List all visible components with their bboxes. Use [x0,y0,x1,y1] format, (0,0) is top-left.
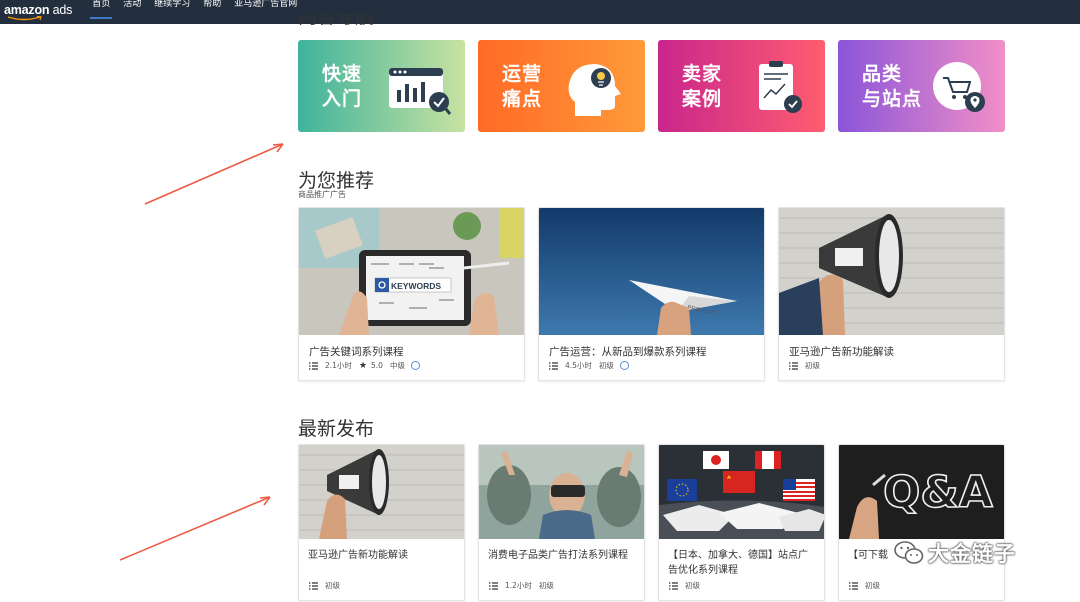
course-meta: 初级 [309,580,340,591]
paper-plane-image: PRODUCT [539,208,764,335]
annotation-arrow-2 [119,496,271,561]
list-icon [309,581,318,590]
course-meta: 1.2小时 初级 [489,580,554,591]
head-lightbulb-icon [568,64,621,116]
category-label: 运营 痛点 [502,63,543,110]
course-title: 广告运营：从新品到爆款系列课程 [549,346,707,358]
course-image-tablet-keywords: KEYWORDS [299,208,524,335]
megaphone-image [779,208,1004,335]
list-icon [489,581,498,590]
course-image-megaphone [779,208,1004,335]
amazon-ads-logo[interactable]: amazon ads [4,3,73,21]
chart-check-icon [389,68,451,115]
course-card-new-to-bestseller[interactable]: PRODUCT 广告运营：从新品到爆款系列课程 4.5小时 初级 [538,207,765,381]
nav-amazon-ads-site[interactable]: 亚马逊广告官网 [234,0,297,21]
course-title: 【日本、加拿大、德国】站点广告优化系列课程 [668,550,808,576]
course-title: 亚马逊广告新功能解读 [789,346,894,358]
latest-card-new-features[interactable]: 亚马逊广告新功能解读 初级 [298,444,465,601]
course-level: 初级 [325,581,340,590]
list-icon [789,361,798,370]
course-duration: 1.2小时 [505,581,532,590]
megaphone-image [299,445,464,539]
latest-card-jp-ca-de[interactable]: 【日本、加拿大、德国】站点广告优化系列课程 初级 [658,444,825,601]
course-image-qa-board: Q&A [839,445,1004,539]
list-icon [849,581,858,590]
course-image-vr-people [479,445,644,539]
category-card-category-sites[interactable]: 品类 与站点 [838,40,1005,132]
course-meta: 初级 [849,580,880,591]
course-level: 初级 [538,581,554,590]
course-level: 初级 [598,361,614,370]
course-title: 广告关键词系列课程 [309,346,404,358]
course-duration: 4.5小时 [565,361,592,370]
vr-people-image [479,445,644,539]
annotation-arrow-1 [144,143,284,205]
guide-section-title: 内容导航 [298,14,375,28]
course-level: 初级 [865,581,880,590]
logo-text: amazon [4,3,50,17]
qa-text: Q&A [883,467,993,518]
course-image-flag-boats [659,445,824,539]
star-icon: ★ [358,360,368,371]
category-label: 卖家 案例 [682,63,723,110]
clipboard-check-icon [759,61,802,113]
recommended-subtitle: 商品推广广告 [298,190,346,199]
keywords-text: KEYWORDS [391,281,441,291]
nav-home[interactable]: 首页 [90,0,113,21]
course-meta: 初级 [669,580,700,591]
course-card-new-features[interactable]: 亚马逊广告新功能解读 初级 [778,207,1005,381]
course-level: 初级 [805,361,820,370]
course-meta: 2.1小时 ★ 5.0 中级 [309,360,420,371]
list-icon [669,581,678,590]
progress-ring-icon [619,361,629,370]
course-duration: 2.1小时 [325,361,352,370]
course-image-paper-plane: PRODUCT [539,208,764,335]
category-card-operation-pain-points[interactable]: 运营 痛点 [478,40,645,132]
list-icon [309,361,318,370]
latest-card-electronics[interactable]: 消费电子品类广告打法系列课程 1.2小时 初级 [478,444,645,601]
latest-card-downloadable[interactable]: Q&A 【可下载 初级 [838,444,1005,601]
watermark-text: 大金链子 [928,542,1016,566]
category-label: 快速 入门 [322,63,363,110]
logo-ads-text: ads [52,3,73,17]
tablet-keywords-image: KEYWORDS [299,208,524,335]
course-image-megaphone [299,445,464,539]
cart-location-icon [933,62,985,112]
course-rating: 5.0 [371,361,383,370]
nav-events[interactable]: 活动 [123,0,141,21]
course-card-keywords[interactable]: KEYWORDS 广告关键词系列课程 2.1小时 ★ 5.0 中级 [298,207,525,381]
course-title: 消费电子品类广告打法系列课程 [488,550,628,561]
progress-ring-icon [410,361,420,370]
top-nav-bar: amazon ads 首页 活动 继续学习 帮助 亚马逊广告官网 [0,0,1080,24]
wechat-icon [894,541,924,564]
latest-title: 最新发布 [298,418,375,440]
course-meta: 初级 [789,360,820,371]
watermark: 大金链子 [894,538,1016,568]
course-level: 初级 [685,581,700,590]
flag-boats-image [659,445,824,539]
category-card-seller-cases[interactable]: 卖家 案例 [658,40,825,132]
list-icon [549,361,558,370]
nav-continue-learning[interactable]: 继续学习 [154,0,190,21]
qa-board-image: Q&A [839,445,1004,539]
category-label: 品类 与站点 [862,63,923,110]
category-card-quick-start[interactable]: 快速 入门 [298,40,465,132]
course-meta: 4.5小时 初级 [549,360,629,371]
smile-arrow-icon [7,16,42,21]
course-title: 亚马逊广告新功能解读 [308,550,408,561]
course-level: 中级 [389,361,405,370]
nav-help[interactable]: 帮助 [203,0,221,21]
